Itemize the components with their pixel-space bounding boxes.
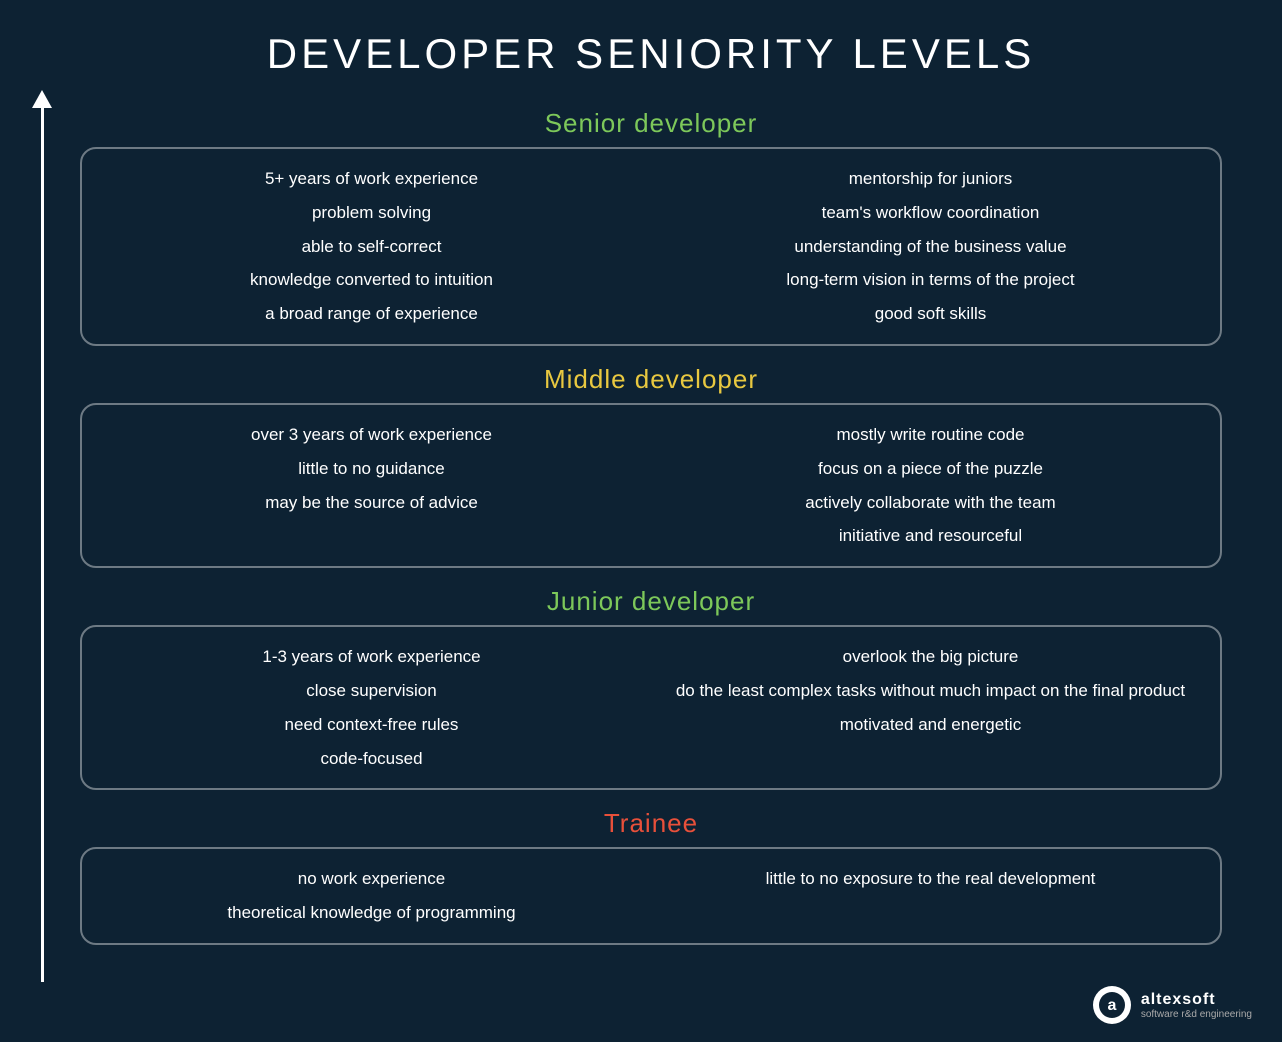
item-senior-left-1: problem solving [112,201,631,225]
item-senior-right-4: good soft skills [671,302,1190,326]
section-box-middle: over 3 years of work experience little to… [80,403,1222,568]
item-junior-right-1: do the least complex tasks without much … [671,679,1190,703]
item-junior-left-0: 1-3 years of work experience [112,645,631,669]
item-senior-left-4: a broad range of experience [112,302,631,326]
section-junior: Junior developer 1-3 years of work experi… [80,586,1222,790]
col-right-senior: mentorship for juniors team's workflow co… [651,167,1190,326]
logo-text: altexsoft software r&d engineering [1141,991,1252,1020]
item-trainee-left-1: theoretical knowledge of programming [112,901,631,925]
logo-area: a altexsoft software r&d engineering [1093,986,1252,1024]
item-middle-right-0: mostly write routine code [671,423,1190,447]
logo-name: altexsoft [1141,991,1252,1009]
item-junior-right-2: motivated and energetic [671,713,1190,737]
section-trainee: Trainee no work experience theoretical kno… [80,808,1222,945]
item-junior-left-1: close supervision [112,679,631,703]
page-wrapper: DEVELOPER SENIORITY LEVELS Senior develo… [0,0,1282,1042]
section-title-senior: Senior developer [80,108,1222,139]
section-senior: Senior developer 5+ years of work experie… [80,108,1222,346]
section-middle: Middle developer over 3 years of work exp… [80,364,1222,568]
logo-icon: a [1093,986,1131,1024]
col-left-trainee: no work experience theoretical knowledge … [112,867,651,925]
item-trainee-left-0: no work experience [112,867,631,891]
item-senior-left-3: knowledge converted to intuition [112,268,631,292]
item-senior-left-0: 5+ years of work experience [112,167,631,191]
arrow-line [41,108,44,982]
section-title-junior: Junior developer [80,586,1222,617]
col-right-junior: overlook the big picture do the least com… [651,645,1190,770]
item-senior-right-0: mentorship for juniors [671,167,1190,191]
item-trainee-right-0: little to no exposure to the real develo… [671,867,1190,891]
arrow-head [32,90,52,108]
section-title-trainee: Trainee [80,808,1222,839]
item-middle-left-0: over 3 years of work experience [112,423,631,447]
section-title-middle: Middle developer [80,364,1222,395]
item-junior-left-3: code-focused [112,747,631,771]
col-left-middle: over 3 years of work experience little to… [112,423,651,548]
col-left-junior: 1-3 years of work experience close superv… [112,645,651,770]
item-middle-left-1: little to no guidance [112,457,631,481]
seniority-arrow [32,90,52,982]
page-title: DEVELOPER SENIORITY LEVELS [80,30,1222,78]
item-middle-right-3: initiative and resourceful [671,524,1190,548]
item-middle-right-2: actively collaborate with the team [671,491,1190,515]
item-senior-right-2: understanding of the business value [671,235,1190,259]
section-box-senior: 5+ years of work experience problem solvi… [80,147,1222,346]
sections-container: Senior developer 5+ years of work experie… [80,108,1222,945]
logo-subtitle: software r&d engineering [1141,1009,1252,1020]
col-left-senior: 5+ years of work experience problem solvi… [112,167,651,326]
item-junior-right-0: overlook the big picture [671,645,1190,669]
col-right-trainee: little to no exposure to the real develo… [651,867,1190,925]
section-box-junior: 1-3 years of work experience close superv… [80,625,1222,790]
col-right-middle: mostly write routine code focus on a piec… [651,423,1190,548]
item-middle-left-2: may be the source of advice [112,491,631,515]
item-senior-right-3: long-term vision in terms of the project [671,268,1190,292]
item-senior-left-2: able to self-correct [112,235,631,259]
svg-text:a: a [1107,997,1116,1014]
item-middle-right-1: focus on a piece of the puzzle [671,457,1190,481]
item-junior-left-2: need context-free rules [112,713,631,737]
section-box-trainee: no work experience theoretical knowledge … [80,847,1222,945]
item-senior-right-1: team's workflow coordination [671,201,1190,225]
